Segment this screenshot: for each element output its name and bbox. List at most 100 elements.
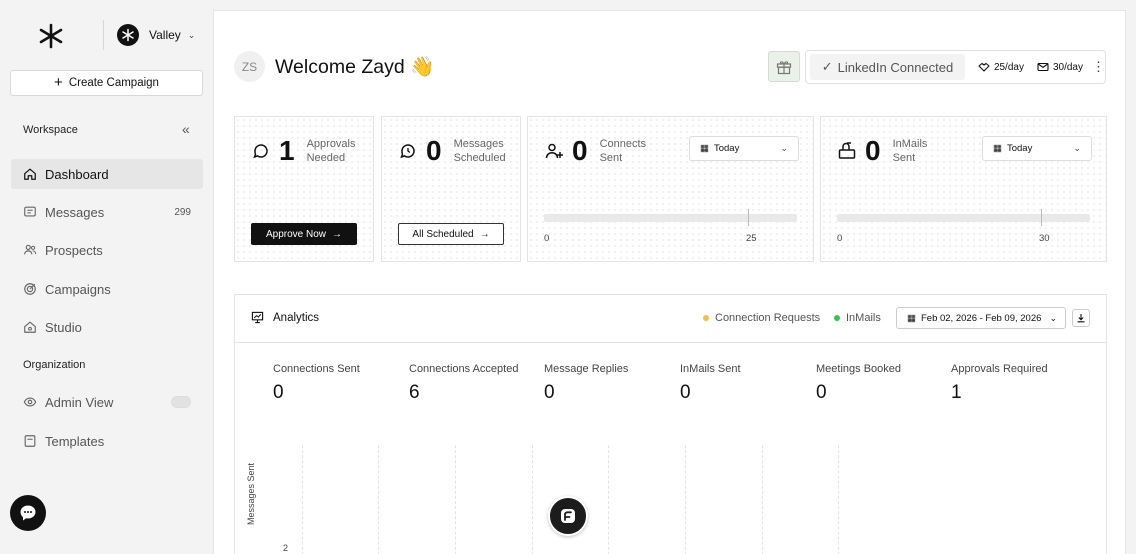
studio-icon — [24, 321, 36, 333]
chart-gridline — [455, 445, 456, 554]
divider — [103, 20, 104, 50]
handshake-icon — [978, 62, 990, 72]
arrow-right-icon: → — [479, 228, 490, 240]
chart-gridline — [762, 445, 763, 554]
sidebar-item-dashboard[interactable]: Dashboard — [11, 159, 203, 189]
inmail-limit: 30/day — [1037, 61, 1083, 73]
metric-value: 0 — [273, 382, 284, 403]
chat-icon — [20, 505, 36, 521]
inmails-label-2: Sent — [892, 152, 916, 164]
messages-card: 0 Messages Scheduled All Scheduled → — [381, 116, 521, 262]
approvals-value: 1 — [279, 135, 295, 166]
messages-label-1: Messages — [453, 138, 504, 150]
gift-button[interactable] — [768, 51, 800, 82]
linkedin-connected-button[interactable]: ✓ LinkedIn Connected — [810, 54, 965, 80]
gift-icon — [776, 60, 792, 74]
create-campaign-label: Create Campaign — [68, 77, 159, 89]
metric-value: 0 — [544, 382, 555, 403]
approvals-card: 1 Approvals Needed Approve Now → — [234, 116, 374, 262]
app-logo-icon[interactable] — [37, 22, 65, 50]
legend-inmails: InMails — [834, 312, 881, 324]
calendar-icon: ▦ — [907, 312, 916, 324]
connects-min-label: 0 — [544, 233, 550, 244]
metric-label: Message Replies — [544, 363, 629, 375]
approve-now-button[interactable]: Approve Now → — [251, 223, 357, 245]
app-assistant-icon — [561, 509, 575, 523]
sidebar-item-label: Templates — [45, 433, 105, 449]
sidebar-item-messages[interactable]: Messages 299 — [11, 197, 203, 227]
check-icon: ✓ — [821, 59, 833, 74]
linkedin-status-label: LinkedIn Connected — [837, 59, 954, 75]
metric-label: InMails Sent — [680, 363, 741, 375]
chevron-down-icon: ⌄ — [1049, 312, 1057, 323]
sidebar-item-studio[interactable]: Studio — [11, 312, 203, 342]
metric-meetings-booked: Meetings Booked 0 — [816, 363, 901, 404]
workspace-avatar-icon — [117, 24, 139, 46]
messages-count-badge: 299 — [174, 206, 191, 218]
inmails-range-select[interactable]: ▦ Today ⌄ — [982, 136, 1092, 161]
analytics-title: Analytics — [273, 311, 320, 324]
download-button[interactable] — [1072, 309, 1090, 327]
sidebar-item-label: Studio — [45, 319, 82, 335]
chart-gridline — [302, 445, 303, 554]
sidebar-item-admin-view[interactable]: Admin View — [11, 387, 203, 417]
eye-icon — [23, 397, 37, 407]
chart-gridline — [532, 445, 533, 554]
legend-connection-requests: Connection Requests — [703, 312, 820, 324]
connects-value: 0 — [572, 135, 588, 166]
sidebar-item-templates[interactable]: Templates — [11, 426, 203, 456]
metric-connections-sent: Connections Sent 0 — [273, 363, 360, 404]
organization-section-label: Organization — [23, 359, 86, 371]
chart-y-tick: 2 — [283, 543, 289, 553]
message-schedule-icon — [400, 144, 415, 159]
connects-range-select[interactable]: ▦ Today ⌄ — [689, 136, 799, 161]
metric-inmails-sent: InMails Sent 0 — [680, 363, 741, 404]
inmails-limit-marker — [1041, 209, 1042, 226]
all-scheduled-label: All Scheduled — [412, 228, 474, 240]
date-range-value: Feb 02, 2026 - Feb 09, 2026 — [920, 312, 1042, 324]
assistant-button[interactable] — [548, 496, 588, 536]
connects-range-value: Today — [713, 143, 740, 154]
main-panel: ZS Welcome Zayd 👋 ✓ LinkedIn Connected 2… — [213, 10, 1126, 554]
inmails-min-label: 0 — [837, 233, 843, 244]
sidebar-item-campaigns[interactable]: Campaigns — [11, 274, 203, 304]
legend-dot — [703, 315, 709, 321]
sidebar-item-label: Dashboard — [45, 166, 109, 182]
legend-label: InMails — [846, 312, 881, 324]
connect-limit-value: 25/day — [993, 61, 1024, 73]
analytics-icon — [251, 311, 264, 324]
date-range-picker[interactable]: ▦ Feb 02, 2026 - Feb 09, 2026 ⌄ — [896, 307, 1066, 329]
metric-value: 0 — [680, 382, 691, 403]
metric-approvals-required: Approvals Required 1 — [951, 363, 1048, 404]
download-icon — [1077, 314, 1085, 323]
mail-icon — [1037, 62, 1049, 72]
collapse-sidebar-icon[interactable]: « — [182, 121, 190, 137]
admin-view-toggle[interactable] — [171, 396, 191, 408]
sidebar-item-label: Prospects — [45, 242, 103, 258]
support-chat-button[interactable] — [10, 495, 46, 531]
connects-label-1: Connects — [599, 138, 647, 150]
metric-label: Connections Sent — [273, 363, 360, 375]
more-options-icon[interactable]: ⋮ — [1092, 59, 1105, 75]
calendar-icon: ▦ — [700, 143, 709, 154]
metric-value: 0 — [816, 382, 827, 403]
inmail-limit-value: 30/day — [1052, 61, 1083, 73]
create-campaign-button[interactable]: + Create Campaign — [10, 70, 203, 96]
chart-y-axis-label: Messages Sent — [246, 462, 256, 525]
inmails-label-1: InMails — [892, 138, 928, 150]
target-icon — [24, 283, 36, 295]
arrow-right-icon: → — [332, 228, 343, 240]
avatar[interactable]: ZS — [234, 51, 265, 82]
all-scheduled-button[interactable]: All Scheduled → — [398, 223, 504, 245]
approval-icon — [253, 144, 268, 159]
linkedin-status-panel: ✓ LinkedIn Connected 25/day 30/day ⋮ — [805, 50, 1106, 84]
chevron-down-icon: ⌄ — [187, 29, 196, 40]
sidebar-item-label: Campaigns — [45, 281, 111, 297]
sidebar-item-label: Admin View — [45, 394, 114, 410]
add-user-icon — [545, 143, 563, 159]
template-icon — [24, 435, 36, 447]
messages-label-2: Scheduled — [453, 152, 506, 164]
sidebar-item-prospects[interactable]: Prospects — [11, 235, 203, 265]
metric-label: Connections Accepted — [409, 363, 519, 375]
workspace-switcher[interactable]: Valley ⌄ — [117, 24, 195, 46]
